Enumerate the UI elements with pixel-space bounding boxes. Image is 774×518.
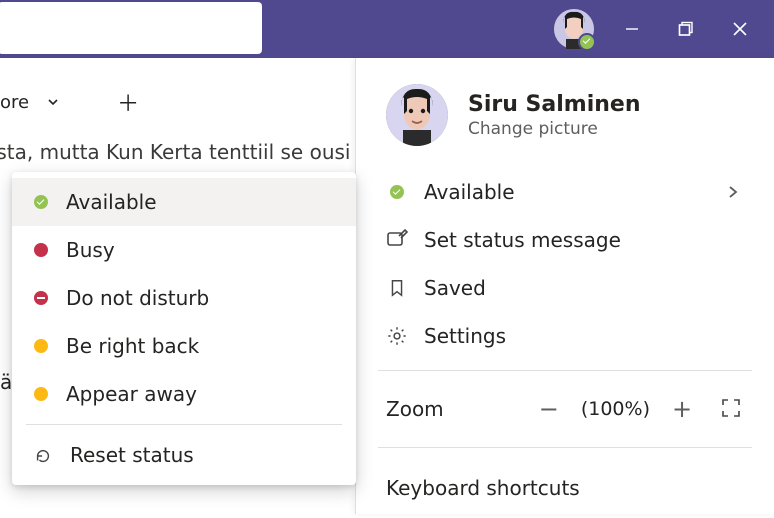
gear-icon bbox=[386, 325, 408, 347]
chevron-right-icon bbox=[722, 181, 744, 203]
presence-available-icon bbox=[34, 195, 48, 209]
zoom-in-button[interactable]: + bbox=[668, 395, 696, 423]
bookmark-icon bbox=[386, 277, 408, 299]
presence-dnd-icon bbox=[34, 291, 48, 305]
profile-name: Siru Salminen bbox=[468, 92, 641, 117]
status-option-label: Appear away bbox=[66, 382, 197, 406]
maximize-button[interactable] bbox=[670, 13, 702, 45]
avatar[interactable] bbox=[554, 9, 594, 49]
profile-header: Siru Salminen Change picture bbox=[356, 58, 774, 168]
profile-panel: Siru Salminen Change picture Available bbox=[355, 58, 774, 514]
status-option-label: Do not disturb bbox=[66, 286, 209, 310]
status-option-label: Be right back bbox=[66, 334, 199, 358]
titlebar-controls bbox=[554, 0, 774, 58]
fullscreen-icon[interactable] bbox=[720, 397, 744, 421]
search-input[interactable] bbox=[0, 2, 262, 54]
panel-item-saved[interactable]: Saved bbox=[356, 264, 774, 312]
filter-more-label[interactable]: ore bbox=[0, 92, 29, 113]
minimize-button[interactable] bbox=[616, 13, 648, 45]
panel-item-label: Set status message bbox=[424, 228, 744, 252]
background-content: ore ＋ .sta, mutta Kun Kerta tenttiil se … bbox=[0, 58, 368, 164]
status-option-label: Available bbox=[66, 190, 157, 214]
status-menu: Available Busy Do not disturb Be right b… bbox=[12, 172, 356, 485]
divider bbox=[378, 370, 752, 371]
panel-item-label: Saved bbox=[424, 276, 744, 300]
close-button[interactable] bbox=[724, 13, 756, 45]
reset-icon bbox=[34, 446, 52, 464]
status-option-dnd[interactable]: Do not disturb bbox=[12, 274, 356, 322]
status-option-reset[interactable]: Reset status bbox=[12, 431, 356, 479]
presence-available-icon bbox=[578, 33, 596, 51]
clipped-message-text: .sta, mutta Kun Kerta tenttiil se ousi k bbox=[0, 140, 368, 164]
status-option-label: Reset status bbox=[70, 443, 194, 467]
clipped-char: ä bbox=[0, 370, 12, 394]
panel-item-settings[interactable]: Settings bbox=[356, 312, 774, 360]
panel-item-status-message[interactable]: Set status message bbox=[356, 216, 774, 264]
panel-item-keyboard-shortcuts[interactable]: Keyboard shortcuts bbox=[356, 458, 774, 518]
presence-available-icon bbox=[386, 181, 408, 203]
panel-item-label: Settings bbox=[424, 324, 744, 348]
edit-icon bbox=[386, 229, 408, 251]
divider bbox=[378, 447, 752, 448]
avatar-large[interactable] bbox=[386, 84, 448, 146]
presence-away-icon bbox=[34, 387, 48, 401]
status-option-away[interactable]: Appear away bbox=[12, 370, 356, 418]
panel-item-label: Available bbox=[424, 180, 706, 204]
titlebar bbox=[0, 0, 774, 58]
plus-icon[interactable]: ＋ bbox=[117, 86, 139, 118]
panel-item-label: Keyboard shortcuts bbox=[386, 476, 580, 500]
presence-brb-icon bbox=[34, 339, 48, 353]
panel-item-presence[interactable]: Available bbox=[356, 168, 774, 216]
zoom-out-button[interactable]: − bbox=[535, 395, 563, 423]
status-option-label: Busy bbox=[66, 238, 115, 262]
presence-busy-icon bbox=[34, 243, 48, 257]
zoom-label: Zoom bbox=[386, 397, 517, 421]
status-option-available[interactable]: Available bbox=[12, 178, 356, 226]
zoom-value: (100%) bbox=[581, 398, 650, 420]
status-option-busy[interactable]: Busy bbox=[12, 226, 356, 274]
divider bbox=[26, 424, 342, 425]
panel-list: Available Set status message Saved bbox=[356, 168, 774, 518]
chevron-down-icon bbox=[47, 96, 59, 108]
zoom-row: Zoom − (100%) + bbox=[356, 381, 774, 437]
status-option-brb[interactable]: Be right back bbox=[12, 322, 356, 370]
change-picture-link[interactable]: Change picture bbox=[468, 119, 641, 139]
